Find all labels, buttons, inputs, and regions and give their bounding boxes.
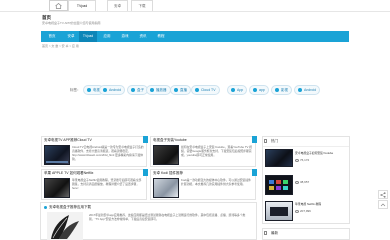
menu-item-android[interactable]: 安卓	[63, 31, 79, 42]
card-title[interactable]: 安卓电视TV APP推荐Cloud TV	[44, 138, 92, 143]
menu-item-apps[interactable]: 应用	[99, 31, 115, 42]
card-corner-badge	[252, 136, 257, 143]
menu-item-home[interactable]: 首页	[43, 31, 61, 42]
menu-item-tvpad[interactable]: TVpad	[79, 31, 97, 42]
article-excerpt: 2017年最新安卓app应用推荐，这些应用都是经过测试能够在电视盒子上流畅运行的…	[89, 213, 246, 221]
card-excerpt: 如何在安卓电视盒子上安装Youtube，观看YouTube TV 视频，需要Go…	[181, 145, 252, 157]
tag-chip[interactable]: Android	[99, 85, 126, 95]
latest-list-panel: 最新	[262, 228, 350, 240]
card-thumbnail[interactable]	[153, 145, 179, 165]
eye-icon	[295, 180, 299, 184]
card-title[interactable]: 电视盒子安装Youtube	[153, 138, 187, 143]
tag-chip[interactable]: 影视	[271, 85, 292, 95]
card-corner-badge	[143, 169, 148, 176]
hot-list-title: 热门	[271, 139, 278, 143]
nav-tab-download[interactable]: 下载	[131, 0, 153, 11]
hot-item-thumbnail[interactable]	[265, 149, 293, 167]
article-title[interactable]: 安卓电视盒子推荐应用下载	[49, 205, 91, 210]
top-nav: TVpad 安卓 下载	[0, 0, 390, 12]
article-card[interactable]: 苹果 APPLE TV 如何观看Netflix 苹果电视盒子Netflix使用教…	[41, 169, 148, 200]
list-icon	[264, 231, 267, 235]
menu-item-tutorials[interactable]: 教程	[153, 31, 169, 42]
article-card[interactable]: 电视盒子安装Youtube 如何在安卓电视盒子上安装Youtube，观看YouT…	[150, 136, 257, 167]
tag-chip[interactable]: 盒子	[127, 85, 148, 95]
menu-item-news[interactable]: 资讯	[135, 31, 151, 42]
share-button[interactable]	[378, 190, 388, 199]
card-corner-badge	[143, 136, 148, 143]
hot-item-thumbnail[interactable]	[265, 201, 293, 221]
card-thumbnail[interactable]	[44, 178, 70, 198]
card-excerpt: Kodi是一款功能强大的媒体中心软件，可以通过安装插件扩展功能，本文推荐几款实用…	[181, 178, 251, 186]
card-thumbnail[interactable]	[44, 145, 70, 165]
article-bullet-icon	[44, 206, 47, 209]
article-block[interactable]: 安卓电视盒子推荐应用下载 2017年最新安卓app应用推荐，这些应用都是经过测试…	[40, 202, 257, 240]
article-card[interactable]: 安卓电视TV APP推荐Cloud TV Cloud TV云电视Android版…	[41, 136, 148, 167]
hot-item-title[interactable]: 苹果电视 Netflix 教程	[295, 202, 321, 206]
hot-item-views: 207,996	[295, 209, 311, 213]
menu-item-games[interactable]: 游戏	[117, 31, 133, 42]
tag-chip[interactable]: app	[249, 85, 269, 95]
latest-list-title: 最新	[271, 231, 278, 235]
hot-list-panel: 热门 安卓电视盒子如何安装Youtube 76,172 38,957 苹果电视 …	[262, 136, 350, 224]
page-subtitle: 安卓电视盒子TV APP的全面介绍与使用指南	[42, 21, 101, 25]
card-thumbnail[interactable]	[153, 178, 179, 198]
tag-chip[interactable]: 播放器	[146, 85, 171, 95]
home-button[interactable]	[49, 0, 68, 11]
chevron-up-icon	[380, 203, 386, 206]
hot-item-views: 76,172	[295, 158, 309, 162]
list-icon	[264, 139, 267, 143]
article-image[interactable]	[47, 212, 83, 240]
hot-item-thumbnail[interactable]	[265, 175, 293, 195]
breadcrumb: 首页 > 文 章 > 安 卓 > 应 用	[42, 44, 79, 48]
eye-icon	[295, 158, 299, 162]
tag-chip[interactable]: Cloud TV	[191, 85, 220, 95]
home-icon	[55, 2, 62, 9]
article-card[interactable]: 安卓 Kodi 插件推荐 Kodi是一款功能强大的媒体中心软件，可以通过安装插件…	[150, 169, 257, 200]
tag-chip[interactable]: App	[227, 85, 248, 95]
card-excerpt: 苹果电视盒子Netflix使用教程，登录账号后即可观看全部剧集，支持高清画质播放…	[72, 178, 142, 190]
tags-label: 标签：	[70, 88, 81, 92]
card-corner-badge	[252, 169, 257, 176]
tag-chip[interactable]: Android	[294, 85, 321, 95]
card-title[interactable]: 安卓 Kodi 插件推荐	[153, 171, 183, 176]
card-title[interactable]: 苹果 APPLE TV 如何观看Netflix	[44, 171, 93, 176]
main-menu: 首页 安卓 TVpad 应用 游戏 资讯 教程	[41, 31, 349, 42]
nav-tab-android[interactable]: 安卓	[107, 0, 128, 11]
eye-icon	[295, 209, 299, 213]
tag-chip[interactable]: 直播	[170, 85, 191, 95]
share-icon	[380, 191, 386, 198]
leaf-art-icon	[47, 212, 83, 240]
hot-item-title[interactable]: 安卓电视盒子如何安装Youtube	[295, 151, 333, 155]
hot-item-views: 38,957	[295, 180, 309, 184]
nav-tab-tvpad[interactable]: TVpad	[68, 0, 96, 11]
card-excerpt: Cloud TV云电视Android版是一款专为安卓电视盒子打造的直播软件，支持…	[72, 145, 144, 161]
back-to-top-button[interactable]	[378, 200, 388, 209]
